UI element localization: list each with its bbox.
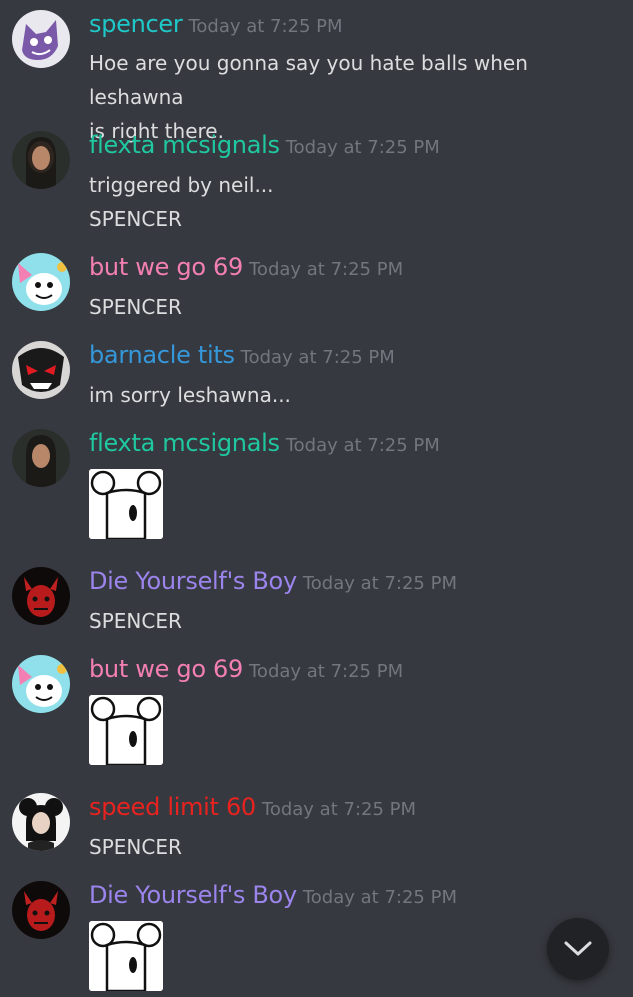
image-attachment[interactable] xyxy=(89,469,163,539)
mouse-sketch-image-icon xyxy=(89,469,163,539)
mouse-sketch-image-icon xyxy=(89,921,163,991)
timestamp: Today at 7:25 PM xyxy=(240,347,395,368)
timestamp: Today at 7:25 PM xyxy=(261,799,417,820)
message-text: SPENCER xyxy=(89,295,182,319)
cartoon-cat-avatar-icon xyxy=(12,655,70,713)
avatar[interactable] xyxy=(12,567,70,625)
avatar[interactable] xyxy=(12,10,70,68)
timestamp: Today at 7:25 PM xyxy=(249,661,404,682)
message-text: im sorry leshawna... xyxy=(89,383,291,407)
username[interactable]: but we go 69 xyxy=(89,655,243,683)
avatar[interactable] xyxy=(12,253,70,311)
username[interactable]: flexta mcsignals xyxy=(89,131,280,159)
red-demon-avatar-icon xyxy=(12,567,70,625)
jump-to-bottom-button[interactable] xyxy=(547,918,609,980)
red-demon-avatar-icon xyxy=(12,881,70,939)
dark-hair-girl-avatar-icon xyxy=(12,793,70,851)
avatar[interactable] xyxy=(12,429,70,487)
cartoon-cat-avatar-icon xyxy=(12,253,70,311)
message-text: triggered by neil... xyxy=(89,173,274,197)
username[interactable]: speed limit 60 xyxy=(89,793,256,821)
username[interactable]: spencer xyxy=(89,10,183,38)
username[interactable]: Die Yourself's Boy xyxy=(89,567,297,595)
photo-woman-avatar-icon xyxy=(12,429,70,487)
timestamp: Today at 7:25 PM xyxy=(249,259,404,280)
username[interactable]: but we go 69 xyxy=(89,253,243,281)
image-attachment[interactable] xyxy=(89,695,163,765)
timestamp: Today at 7:25 PM xyxy=(302,887,457,908)
message-text: Hoe are you gonna say you hate balls whe… xyxy=(89,51,528,109)
mouse-sketch-image-icon xyxy=(89,695,163,765)
avatar[interactable] xyxy=(12,881,70,939)
image-attachment[interactable] xyxy=(89,921,163,991)
message-text: SPENCER xyxy=(89,207,182,231)
timestamp: Today at 7:25 PM xyxy=(285,137,440,158)
chevron-down-icon xyxy=(564,941,592,956)
avatar[interactable] xyxy=(12,793,70,851)
timestamp: Today at 7:25 PM xyxy=(188,16,343,37)
purple-cat-avatar-icon xyxy=(12,10,70,68)
username[interactable]: barnacle tits xyxy=(89,341,235,369)
avatar[interactable] xyxy=(12,131,70,189)
username[interactable]: Die Yourself's Boy xyxy=(89,881,297,909)
message-text: SPENCER xyxy=(89,609,182,633)
timestamp: Today at 7:25 PM xyxy=(302,573,457,594)
timestamp: Today at 7:25 PM xyxy=(285,435,440,456)
avatar[interactable] xyxy=(12,655,70,713)
username[interactable]: flexta mcsignals xyxy=(89,429,280,457)
villain-mask-avatar-icon xyxy=(12,341,70,399)
message-text: SPENCER xyxy=(89,835,182,859)
avatar[interactable] xyxy=(12,341,70,399)
photo-woman-avatar-icon xyxy=(12,131,70,189)
